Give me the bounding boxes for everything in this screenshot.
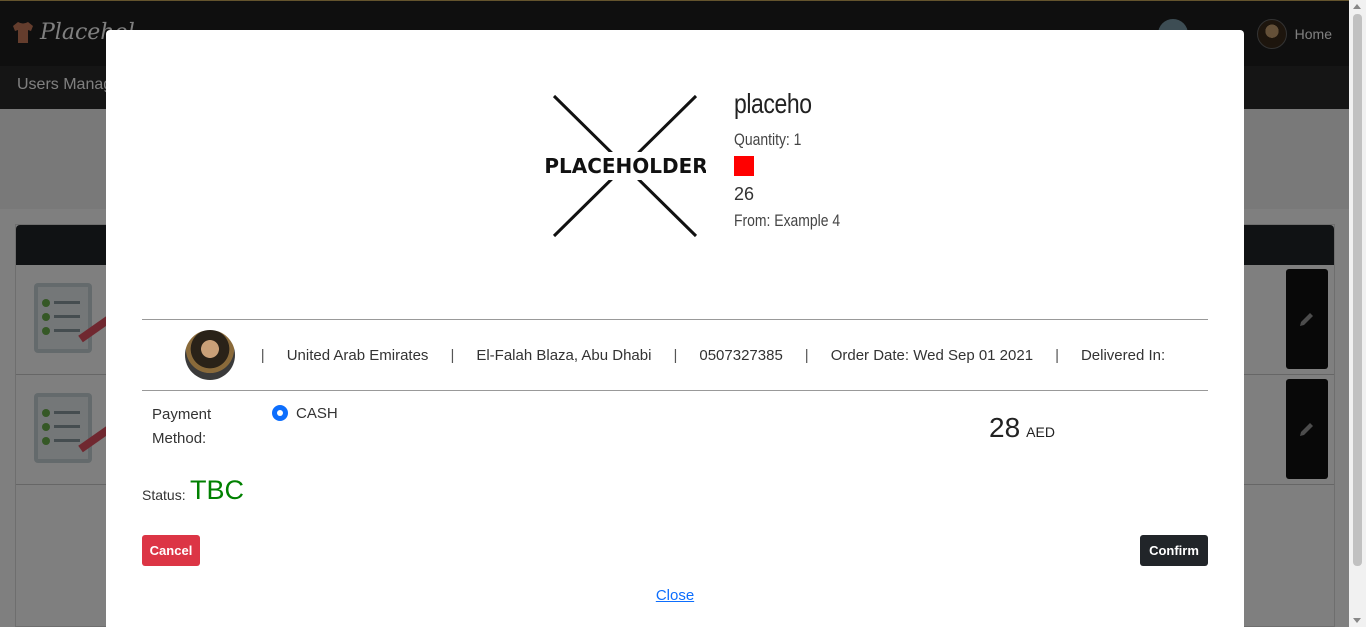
- scroll-thumb[interactable]: [1353, 14, 1362, 566]
- scroll-up-arrow-icon[interactable]: [1353, 4, 1361, 9]
- product-name: placeho: [734, 88, 812, 119]
- scrollbar[interactable]: [1349, 0, 1366, 627]
- close-link-wrapper: Close: [106, 587, 1244, 604]
- order-address: El-Falah Blaza, Abu Dhabi: [476, 346, 652, 364]
- product-size: 26: [734, 184, 755, 204]
- separator: |: [260, 346, 265, 364]
- price-currency: AED: [1026, 424, 1055, 440]
- order-details-modal: PLACEHOLDER placeho Quantity: 1 26 From:…: [106, 30, 1244, 627]
- separator: |: [804, 346, 809, 364]
- product-image-text: PLACEHOLDER: [546, 154, 706, 178]
- separator: |: [673, 346, 678, 364]
- order-price: 28 AED: [989, 412, 1055, 444]
- product-quantity: Quantity: 1: [734, 130, 802, 149]
- separator: |: [1055, 346, 1059, 364]
- order-date: Order Date: Wed Sep 01 2021: [830, 346, 1034, 364]
- status-badge: TBC: [190, 475, 244, 505]
- payment-method-label: Payment Method:: [152, 406, 212, 447]
- customer-avatar: [184, 330, 235, 380]
- product-info: placeho Quantity: 1 26 From: Example 4: [734, 88, 863, 231]
- confirm-button[interactable]: Confirm: [1140, 535, 1208, 566]
- payment-method-value: CASH: [296, 405, 338, 422]
- product-from: From: Example 4: [734, 211, 841, 230]
- close-link[interactable]: Close: [656, 587, 694, 604]
- order-details-row: | United Arab Emirates | El-Falah Blaza,…: [142, 320, 1208, 390]
- product-color-swatch: [734, 156, 754, 176]
- separator: |: [450, 346, 455, 364]
- order-delivered-in: Delivered In:: [1080, 346, 1166, 364]
- order-country: United Arab Emirates: [286, 346, 429, 364]
- cancel-button[interactable]: Cancel: [142, 535, 200, 566]
- payment-radio-cash[interactable]: [272, 405, 288, 421]
- scroll-down-arrow-icon[interactable]: [1353, 618, 1361, 623]
- product-image: PLACEHOLDER: [546, 94, 706, 238]
- divider: [142, 390, 1208, 391]
- order-phone: 0507327385: [699, 346, 783, 364]
- price-amount: 28: [989, 412, 1021, 443]
- status-label: Status:: [142, 487, 186, 503]
